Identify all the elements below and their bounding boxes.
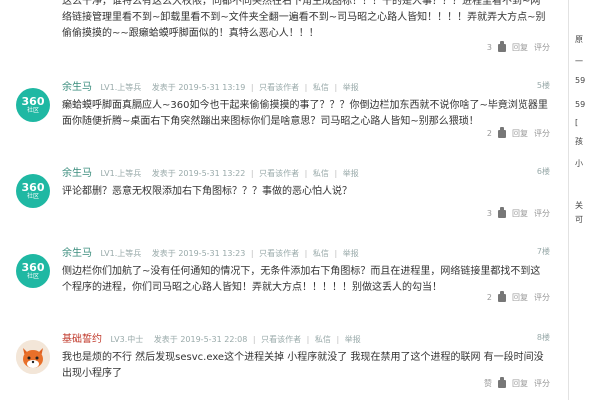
right-sidebar: 原 一 59 59 [ 孩 小 关 可	[568, 0, 600, 400]
message-link[interactable]: 私信	[313, 83, 329, 92]
user-level: LV3.中士	[110, 335, 144, 344]
rate-button[interactable]: 评分	[534, 208, 550, 219]
post-content: 这么干净，谁特么有这么大权限，同都不同突然在右下角生成图标！！！干的是人事？？？…	[62, 0, 546, 39]
reply-button[interactable]: 回复	[512, 292, 528, 303]
message-link[interactable]: 私信	[313, 249, 329, 258]
report-link[interactable]: 举报	[345, 335, 361, 344]
thumbs-up-icon[interactable]	[498, 290, 506, 302]
post-7: 360 社区 余生马 LV1.上等兵 发表于 2019-5-31 13:23 |…	[0, 238, 568, 320]
sidebar-text: 59	[575, 100, 586, 109]
post-content: 我也是烦的不行 然后发现sesvc.exe这个进程关掉 小程序就没了 我现在禁用…	[62, 352, 544, 379]
avatar[interactable]: 360 社区	[16, 174, 50, 208]
view-author-link[interactable]: 只看该作者	[259, 83, 299, 92]
post-actions: 3 回复 评分	[486, 206, 550, 219]
avatar-logo-text: 360	[21, 95, 45, 108]
like-count: 2	[486, 129, 492, 138]
post-content: 癞蛤蟆呼脚面真膈应人~360如今也干起来偷偷摸摸的事了？？？你倒边栏加东西就不说…	[62, 100, 548, 127]
avatar[interactable]	[16, 340, 50, 374]
like-count: 2	[486, 293, 492, 302]
username-link[interactable]: 余生马	[62, 248, 92, 259]
post-meta: 余生马 LV1.上等兵 发表于 2019-5-31 13:22 | 只看该作者 …	[62, 167, 550, 179]
avatar[interactable]: 360 社区	[16, 254, 50, 288]
view-author-link[interactable]: 只看该作者	[261, 335, 301, 344]
sidebar-text: 小	[575, 159, 583, 168]
reply-button[interactable]: 回复	[512, 208, 528, 219]
thumbs-up-icon[interactable]	[498, 126, 506, 138]
post-5: 360 社区 余生马 LV1.上等兵 发表于 2019-5-31 13:19 |…	[0, 72, 568, 152]
post-time: 发表于 2019-5-31 13:22	[151, 169, 246, 178]
report-link[interactable]: 举报	[343, 169, 359, 178]
thread-main: 这么干净，谁特么有这么大权限，同都不同突然在右下角生成图标！！！干的是人事？？？…	[0, 0, 568, 400]
floor-number: 8楼	[536, 333, 550, 342]
report-link[interactable]: 举报	[343, 83, 359, 92]
avatar-logo-text: 360	[21, 261, 45, 274]
post-6: 360 社区 余生马 LV1.上等兵 发表于 2019-5-31 13:22 |…	[0, 158, 568, 228]
post-actions: 2 回复 评分	[486, 290, 550, 303]
username-link[interactable]: 余生马	[62, 82, 92, 93]
sidebar-text: 可	[575, 215, 583, 224]
post-meta: 余生马 LV1.上等兵 发表于 2019-5-31 13:23 | 只看该作者 …	[62, 247, 550, 259]
post-time: 发表于 2019-5-31 13:23	[151, 249, 246, 258]
post-meta: 基础誓约 LV3.中士 发表于 2019-5-31 22:08 | 只看该作者 …	[62, 333, 550, 345]
message-link[interactable]: 私信	[315, 335, 331, 344]
post-4: 这么干净，谁特么有这么大权限，同都不同突然在右下角生成图标！！！干的是人事？？？…	[0, 0, 568, 62]
post-content: 侧边栏你们加航了~没有任何通知的情况下，无条件添加右下角图标？而且在进程里，网络…	[62, 266, 541, 293]
floor-number: 7楼	[536, 247, 550, 256]
avatar-logo-text: 360	[21, 181, 45, 194]
user-level: LV1.上等兵	[100, 249, 142, 258]
sidebar-text: 一	[575, 57, 583, 66]
username-link[interactable]: 余生马	[62, 168, 92, 179]
post-content: 评论都删？恶意无权限添加右下角图标？？？事做的恶心怕人说？	[62, 186, 352, 197]
rate-button[interactable]: 评分	[534, 42, 550, 53]
sidebar-text: 59	[575, 76, 586, 85]
rate-button[interactable]: 评分	[534, 292, 550, 303]
fox-avatar-icon	[16, 340, 50, 374]
floor-number: 5楼	[536, 81, 550, 90]
rate-button[interactable]: 评分	[534, 378, 550, 389]
thumbs-up-icon[interactable]	[498, 376, 506, 388]
thumbs-up-icon[interactable]	[498, 40, 506, 52]
like-label[interactable]: 赞	[484, 378, 492, 389]
post-actions: 3 回复 评分	[486, 40, 550, 53]
like-count: 3	[486, 43, 492, 52]
sidebar-text: [	[575, 118, 579, 127]
avatar[interactable]: 360 社区	[16, 88, 50, 122]
view-author-link[interactable]: 只看该作者	[259, 169, 299, 178]
avatar-logo-sub: 社区	[26, 193, 39, 200]
post-time: 发表于 2019-5-31 22:08	[153, 335, 248, 344]
like-count: 3	[486, 209, 492, 218]
avatar-logo-sub: 社区	[26, 273, 39, 280]
sidebar-text: 孩	[575, 137, 583, 146]
reply-button[interactable]: 回复	[512, 128, 528, 139]
rate-button[interactable]: 评分	[534, 128, 550, 139]
view-author-link[interactable]: 只看该作者	[259, 249, 299, 258]
post-time: 发表于 2019-5-31 13:19	[151, 83, 246, 92]
user-level: LV1.上等兵	[100, 83, 142, 92]
post-actions: 赞 回复 评分	[484, 376, 550, 389]
post-meta: 余生马 LV1.上等兵 发表于 2019-5-31 13:19 | 只看该作者 …	[62, 81, 550, 93]
report-link[interactable]: 举报	[343, 249, 359, 258]
user-level: LV1.上等兵	[100, 169, 142, 178]
username-link[interactable]: 基础誓约	[62, 334, 102, 345]
avatar-logo-sub: 社区	[26, 107, 39, 114]
message-link[interactable]: 私信	[313, 169, 329, 178]
sidebar-text: 关	[575, 201, 583, 210]
sidebar-text: 原	[575, 35, 583, 44]
reply-button[interactable]: 回复	[512, 42, 528, 53]
post-8: 基础誓约 LV3.中士 发表于 2019-5-31 22:08 | 只看该作者 …	[0, 324, 568, 400]
floor-number: 6楼	[536, 167, 550, 176]
reply-button[interactable]: 回复	[512, 378, 528, 389]
post-actions: 2 回复 评分	[486, 126, 550, 139]
thumbs-up-icon[interactable]	[498, 206, 506, 218]
